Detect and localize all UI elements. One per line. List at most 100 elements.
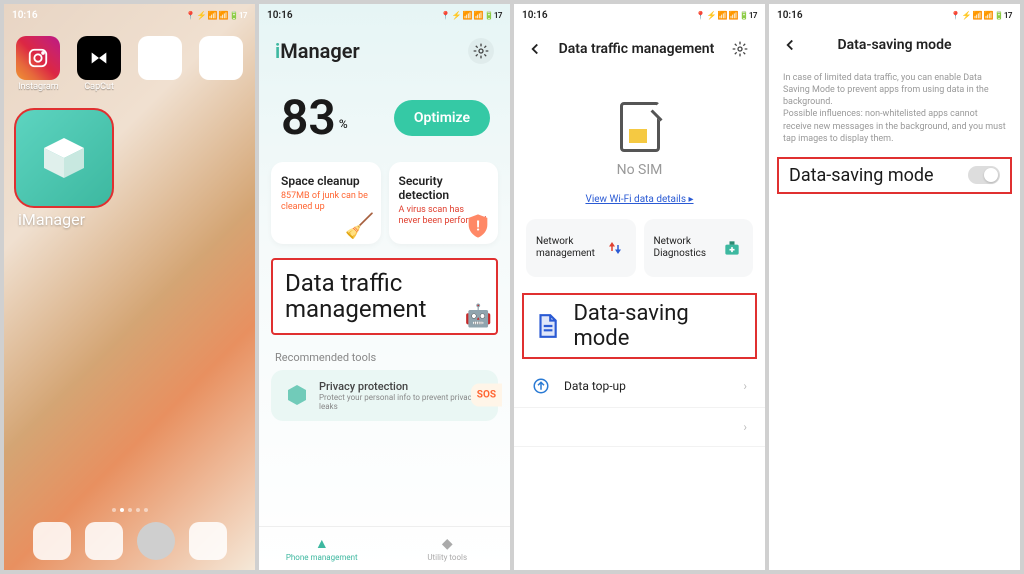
tool-cards-row: Space cleanup 857MB of junk can be clean… xyxy=(259,152,510,254)
dock xyxy=(4,522,255,560)
status-icons: 📍 ⚡ 📶 📶 🔋17 xyxy=(186,11,247,20)
broom-icon: 🧹 xyxy=(345,212,375,240)
back-button[interactable] xyxy=(781,36,801,54)
blank-icon xyxy=(138,36,182,80)
status-time: 10:16 xyxy=(777,10,803,21)
section-header: Recommended tools xyxy=(259,339,510,370)
status-icons: 📍 ⚡ 📶 📶 🔋17 xyxy=(696,11,757,20)
cube-icon xyxy=(39,133,89,183)
toggle-label: Data-saving mode xyxy=(789,165,934,186)
sim-icon xyxy=(620,102,660,152)
security-card[interactable]: Security detection A virus scan has neve… xyxy=(389,162,499,244)
back-button[interactable] xyxy=(526,40,546,58)
home-app-grid: Instagram CapCut xyxy=(4,26,255,102)
page-header: Data-saving mode xyxy=(769,26,1020,64)
card-title: Privacy protection xyxy=(319,380,486,393)
app-capcut[interactable]: CapCut xyxy=(71,36,128,92)
status-icons: 📍 ⚡ 📶 📶 🔋17 xyxy=(441,11,502,20)
status-time: 10:16 xyxy=(522,10,548,21)
settings-button[interactable] xyxy=(727,36,753,62)
arrow-right-icon: ▸ xyxy=(689,194,694,205)
status-time: 10:16 xyxy=(12,10,38,21)
app-label: Instagram xyxy=(18,82,59,92)
app-blank-2[interactable] xyxy=(192,36,249,92)
bottom-tabbar: ▲ Phone management ◆ Utility tools xyxy=(259,526,510,570)
tool-cards-row: Network management Network Diagnostics xyxy=(514,219,765,287)
page-title: Data traffic management xyxy=(554,41,719,57)
settings-button[interactable] xyxy=(468,38,494,64)
page-title: Data-saving mode xyxy=(809,37,980,53)
tab-label: Phone management xyxy=(286,553,358,562)
up-down-icon xyxy=(604,237,626,259)
chevron-right-icon: › xyxy=(743,420,747,434)
data-topup-row[interactable]: Data top-up › xyxy=(514,365,765,408)
app-blank-1[interactable] xyxy=(132,36,189,92)
dock-app-4[interactable] xyxy=(189,522,227,560)
network-management-card[interactable]: Network management xyxy=(526,219,636,277)
tab-utility-tools[interactable]: ◆ Utility tools xyxy=(385,527,511,570)
space-cleanup-card[interactable]: Space cleanup 857MB of junk can be clean… xyxy=(271,162,381,244)
topup-icon xyxy=(532,377,552,395)
dock-app-3[interactable] xyxy=(137,522,175,560)
gear-icon xyxy=(473,43,489,59)
tools-icon: ◆ xyxy=(442,536,453,552)
dock-app-1[interactable] xyxy=(33,522,71,560)
card-label: Network management xyxy=(536,236,598,260)
card-title: Security detection xyxy=(399,174,489,202)
status-bar: 10:16 📍 ⚡ 📶 📶 🔋17 xyxy=(514,4,765,26)
imanager-header: iManager xyxy=(259,26,510,76)
list-item-empty[interactable]: › xyxy=(514,408,765,447)
status-bar: 10:16 📍 ⚡ 📶 📶 🔋17 xyxy=(4,4,255,26)
diagnostics-icon xyxy=(721,237,743,259)
chevron-left-icon xyxy=(781,36,799,54)
dock-app-2[interactable] xyxy=(85,522,123,560)
data-saving-mode-panel: 10:16 📍 ⚡ 📶 📶 🔋17 Data-saving mode In ca… xyxy=(769,4,1020,570)
instagram-icon xyxy=(16,36,60,80)
status-time: 10:16 xyxy=(267,10,293,21)
health-score: 83% xyxy=(281,94,348,142)
page-header: Data traffic management xyxy=(514,26,765,72)
card-title: Data traffic management xyxy=(285,269,427,323)
page-indicator xyxy=(4,508,255,512)
data-traffic-card[interactable]: Data traffic management 🤖 xyxy=(271,258,498,335)
chevron-left-icon xyxy=(526,40,544,58)
gear-icon xyxy=(732,41,748,57)
imanager-panel: 10:16 📍 ⚡ 📶 📶 🔋17 iManager 83% Optimize … xyxy=(259,4,510,570)
tab-label: Utility tools xyxy=(427,553,467,562)
data-saving-mode-row[interactable]: Data-saving mode xyxy=(522,293,757,359)
app-label: CapCut xyxy=(84,82,114,92)
card-subtitle: 857MB of junk can be cleaned up xyxy=(281,191,371,214)
android-icon: 🤖 xyxy=(465,305,492,329)
app-instagram[interactable]: Instagram xyxy=(10,36,67,92)
app-imanager[interactable] xyxy=(14,108,114,208)
page-title: iManager xyxy=(275,39,360,63)
toggle-switch[interactable] xyxy=(968,166,1000,184)
card-label: Network Diagnostics xyxy=(654,236,716,260)
cube-icon xyxy=(283,381,311,409)
row-label: Data top-up xyxy=(564,379,626,393)
row-label: Data-saving mode xyxy=(573,301,747,351)
network-diagnostics-card[interactable]: Network Diagnostics xyxy=(644,219,754,277)
wifi-details-link[interactable]: View Wi-Fi data details ▸ xyxy=(514,188,765,219)
tab-phone-management[interactable]: ▲ Phone management xyxy=(259,527,385,570)
capcut-icon xyxy=(77,36,121,80)
score-row: 83% Optimize xyxy=(259,76,510,152)
document-icon xyxy=(532,311,561,341)
shield-alert-icon: ! xyxy=(464,212,492,240)
phone-icon: ▲ xyxy=(315,535,329,552)
home-screen-panel: 10:16 📍 ⚡ 📶 📶 🔋17 Instagram CapCut xyxy=(4,4,255,570)
sim-text: No SIM xyxy=(617,162,663,178)
status-bar: 10:16 📍 ⚡ 📶 📶 🔋17 xyxy=(769,4,1020,26)
sos-badge[interactable]: SOS xyxy=(471,384,502,407)
card-subtitle: Protect your personal info to prevent pr… xyxy=(319,393,486,411)
privacy-protection-card[interactable]: Privacy protection Protect your personal… xyxy=(271,370,498,421)
app-label: iManager xyxy=(18,210,255,229)
status-bar: 10:16 📍 ⚡ 📶 📶 🔋17 xyxy=(259,4,510,26)
optimize-button[interactable]: Optimize xyxy=(394,100,490,136)
data-saving-toggle-row[interactable]: Data-saving mode xyxy=(777,157,1012,194)
blank-icon xyxy=(199,36,243,80)
info-text: In case of limited data traffic, you can… xyxy=(769,64,1020,153)
highlighted-app: iManager xyxy=(4,102,255,229)
data-traffic-panel: 10:16 📍 ⚡ 📶 📶 🔋17 Data traffic managemen… xyxy=(514,4,765,570)
svg-text:!: ! xyxy=(476,219,480,235)
